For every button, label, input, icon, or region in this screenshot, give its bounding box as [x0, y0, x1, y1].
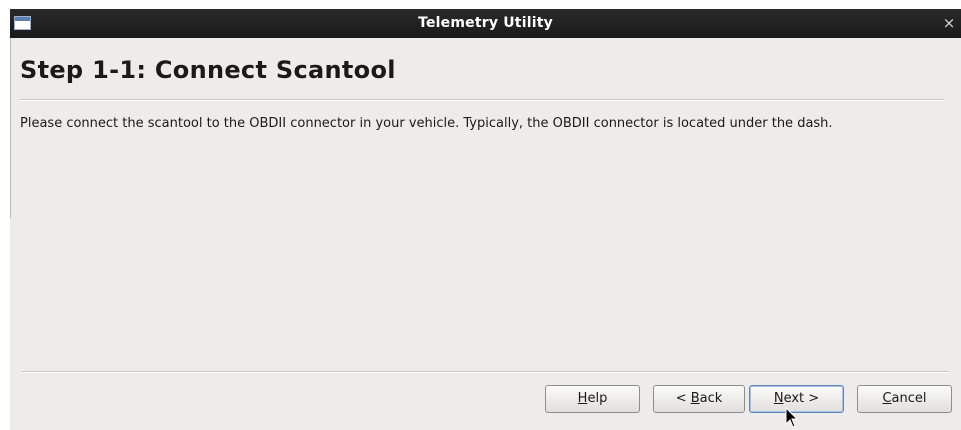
back-accel: B: [690, 391, 700, 406]
window-left-edge: [10, 38, 11, 218]
footer-divider: [22, 371, 949, 373]
help-accel: H: [577, 391, 588, 406]
instruction-text: Please connect the scantool to the OBDII…: [20, 116, 833, 131]
back-prefix: <: [675, 391, 691, 406]
close-icon[interactable]: ×: [941, 14, 957, 32]
help-button[interactable]: Help: [545, 385, 640, 413]
window-title: Telemetry Utility: [418, 15, 553, 31]
cancel-button[interactable]: Cancel: [857, 385, 952, 413]
title-bar[interactable]: Telemetry Utility ×: [10, 9, 961, 38]
cancel-accel: C: [882, 391, 892, 406]
cancel-label: ancel: [891, 391, 927, 406]
mouse-pointer-icon: [785, 407, 799, 428]
help-label: elp: [587, 391, 608, 406]
next-label: ext >: [783, 391, 820, 406]
page-title: Step 1-1: Connect Scantool: [20, 56, 396, 84]
next-accel: N: [773, 391, 784, 406]
header-divider: [20, 99, 944, 101]
back-label: ack: [699, 391, 723, 406]
wizard-window: Telemetry Utility × Step 1-1: Connect Sc…: [10, 9, 961, 430]
back-button[interactable]: < Back: [653, 385, 745, 413]
